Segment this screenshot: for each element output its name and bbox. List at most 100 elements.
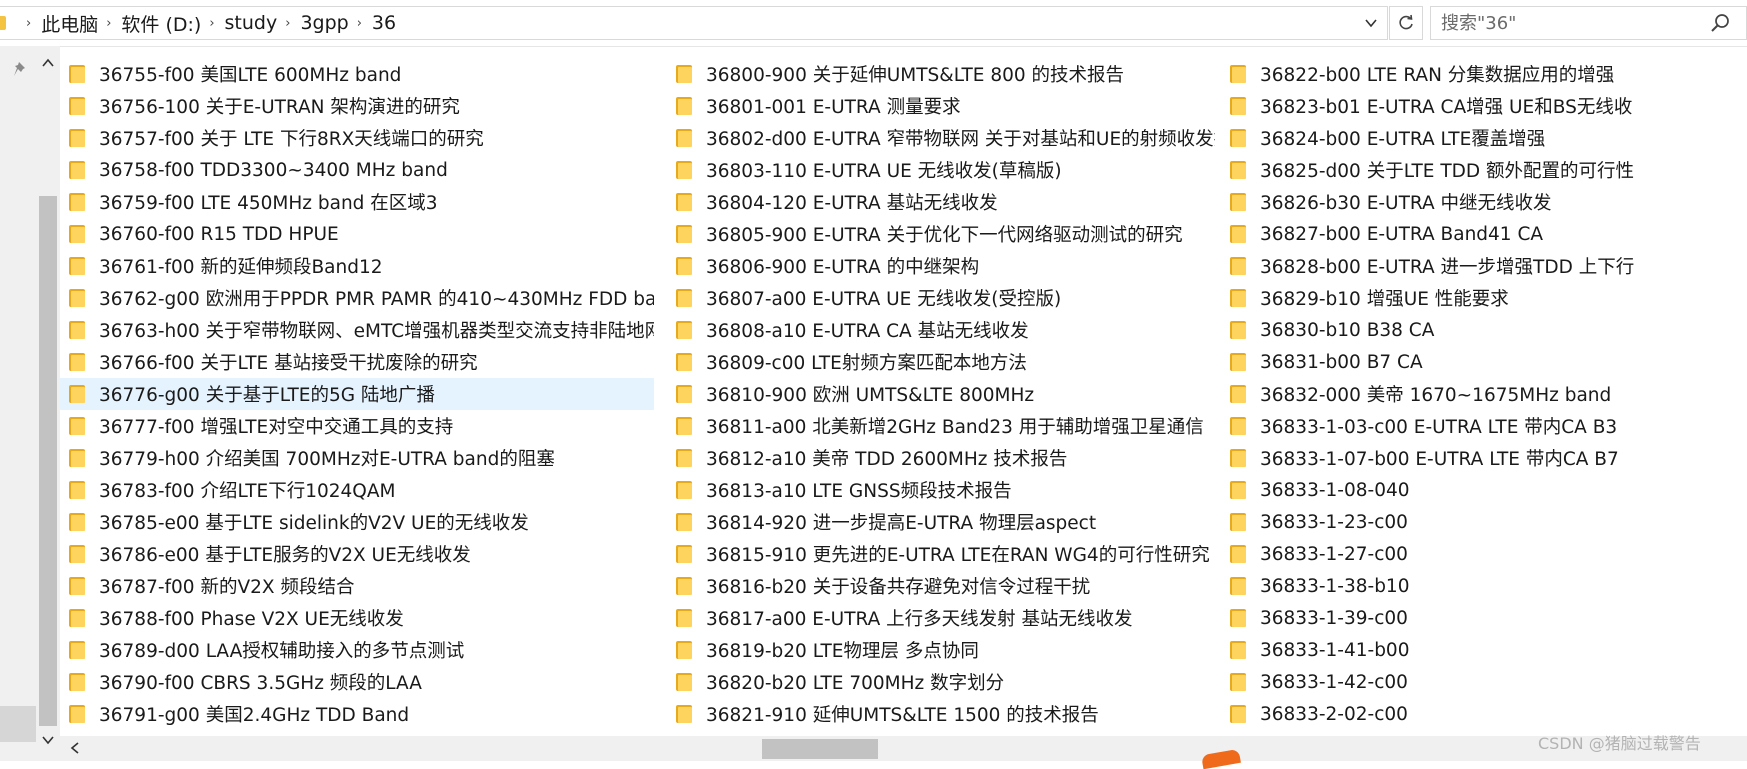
folder-name: 36760-f00 R15 TDD HPUE (99, 223, 339, 245)
folder-item[interactable]: 36821-910 延伸UMTS&LTE 1500 的技术报告 (667, 698, 1215, 730)
breadcrumb-36[interactable]: 36 (372, 12, 396, 34)
folder-item[interactable]: 36801-001 E-UTRA 测量要求 (667, 90, 1215, 122)
folder-item[interactable]: 36806-900 E-UTRA 的中继架构 (667, 250, 1215, 282)
folder-icon (676, 64, 692, 84)
chevron-down-icon[interactable] (1364, 16, 1378, 34)
folder-item[interactable]: 36759-f00 LTE 450MHz band 在区域3 (60, 186, 654, 218)
horizontal-scrollbar-thumb[interactable] (762, 739, 878, 759)
folder-item[interactable]: 36804-120 E-UTRA 基站无线收发 (667, 186, 1215, 218)
folder-item[interactable]: 36757-f00 关于 LTE 下行8RX天线端口的研究 (60, 122, 654, 154)
folder-item[interactable]: 36788-f00 Phase V2X UE无线收发 (60, 602, 654, 634)
folder-item[interactable]: 36830-b10 B38 CA (1221, 314, 1747, 346)
vertical-scrollbar[interactable] (36, 46, 60, 761)
breadcrumb-3gpp[interactable]: 3gpp (300, 12, 348, 34)
folder-item[interactable]: 36827-b00 E-UTRA Band41 CA (1221, 218, 1747, 250)
folder-item[interactable]: 36824-b00 E-UTRA LTE覆盖增强 (1221, 122, 1747, 154)
folder-item[interactable]: 36811-a00 北美新增2GHz Band23 用于辅助增强卫星通信 (667, 410, 1215, 442)
folder-name: 36804-120 E-UTRA 基站无线收发 (706, 193, 998, 214)
folder-item[interactable]: 36833-1-23-c00 (1221, 506, 1747, 538)
folder-item[interactable]: 36833-1-07-b00 E-UTRA LTE 带内CA B7 (1221, 442, 1747, 474)
scroll-up-icon[interactable] (41, 56, 55, 70)
folder-item-selected[interactable]: 36776-g00 关于基于LTE的5G 陆地广播 (60, 378, 654, 410)
folder-item[interactable]: 36815-910 更先进的E-UTRA LTE在RAN WG4的可行性研究 (667, 538, 1215, 570)
folder-item[interactable]: 36785-e00 基于LTE sidelink的V2V UE的无线收发 (60, 506, 654, 538)
folder-item[interactable]: 36783-f00 介绍LTE下行1024QAM (60, 474, 654, 506)
folder-name: 36800-900 关于延伸UMTS&LTE 800 的技术报告 (706, 65, 1125, 86)
folder-item[interactable]: 36833-1-03-c00 E-UTRA LTE 带内CA B3 (1221, 410, 1747, 442)
folder-item[interactable]: 36758-f00 TDD3300~3400 MHz band (60, 154, 654, 186)
folder-item[interactable]: 36832-000 美帝 1670~1675MHz band (1221, 378, 1747, 410)
breadcrumb-this-pc[interactable]: 此电脑 (41, 10, 98, 37)
folder-item[interactable]: 36833-1-08-040 (1221, 474, 1747, 506)
folder-item[interactable]: 36833-1-38-b10 (1221, 570, 1747, 602)
folder-item[interactable]: 36787-f00 新的V2X 频段结合 (60, 570, 654, 602)
folder-item[interactable]: 36760-f00 R15 TDD HPUE (60, 218, 654, 250)
folder-item[interactable]: 36800-900 关于延伸UMTS&LTE 800 的技术报告 (667, 58, 1215, 90)
refresh-button[interactable] (1389, 6, 1423, 40)
folder-name: 36812-a10 美帝 TDD 2600MHz 技术报告 (706, 449, 1068, 470)
folder-name: 36833-1-27-c00 (1260, 543, 1408, 565)
search-icon[interactable] (1709, 11, 1733, 35)
folder-item[interactable]: 36808-a10 E-UTRA CA 基站无线收发 (667, 314, 1215, 346)
chevron-right-icon[interactable]: › (285, 16, 290, 31)
folder-item[interactable]: 36766-f00 关于LTE 基站接受干扰废除的研究 (60, 346, 654, 378)
folder-item[interactable]: 36823-b01 E-UTRA CA增强 UE和BS无线收 (1221, 90, 1747, 122)
breadcrumb-drive-d[interactable]: 软件 (D:) (121, 10, 201, 37)
folder-item[interactable]: 36822-b00 LTE RAN 分集数据应用的增强 (1221, 58, 1747, 90)
folder-item[interactable]: 36833-1-42-c00 (1221, 666, 1747, 698)
folder-item[interactable]: 36813-a10 LTE GNSS频段技术报告 (667, 474, 1215, 506)
folder-item[interactable]: 36831-b00 B7 CA (1221, 346, 1747, 378)
folder-item[interactable]: 36790-f00 CBRS 3.5GHz 频段的LAA (60, 666, 654, 698)
folder-item[interactable]: 36810-900 欧洲 UMTS&LTE 800MHz (667, 378, 1215, 410)
folder-item[interactable]: 36833-2-02-c00 (1221, 698, 1747, 730)
folder-item[interactable]: 36802-d00 E-UTRA 窄带物联网 关于对基站和UE的射频收发技术报告 (667, 122, 1215, 154)
chevron-right-icon[interactable]: › (106, 16, 111, 31)
folder-icon (1230, 704, 1246, 724)
search-box[interactable] (1430, 6, 1747, 40)
horizontal-scrollbar[interactable] (60, 736, 1747, 761)
nav-selected-item[interactable] (0, 706, 36, 742)
folder-item[interactable]: 36825-d00 关于LTE TDD 额外配置的可行性 (1221, 154, 1747, 186)
chevron-right-icon[interactable]: › (26, 16, 31, 31)
folder-item[interactable]: 36779-h00 介绍美国 700MHz对E-UTRA band的阻塞 (60, 442, 654, 474)
folder-item[interactable]: 36789-d00 LAA授权辅助接入的多节点测试 (60, 634, 654, 666)
folder-item[interactable]: 36817-a00 E-UTRA 上行多天线发射 基站无线收发 (667, 602, 1215, 634)
folder-icon (1230, 192, 1246, 212)
folder-item[interactable]: 36828-b00 E-UTRA 进一步增强TDD 上下行 (1221, 250, 1747, 282)
folder-item[interactable]: 36807-a00 E-UTRA UE 无线收发(受控版) (667, 282, 1215, 314)
folder-icon (69, 160, 85, 180)
folder-item[interactable]: 36761-f00 新的延伸频段Band12 (60, 250, 654, 282)
scroll-left-icon[interactable] (68, 741, 82, 755)
folder-item[interactable]: 36803-110 E-UTRA UE 无线收发(草稿版) (667, 154, 1215, 186)
folder-item[interactable]: 36791-g00 美国2.4GHz TDD Band (60, 698, 654, 730)
folder-item[interactable]: 36816-b20 关于设备共存避免对信令过程干扰 (667, 570, 1215, 602)
pin-icon[interactable] (12, 60, 30, 78)
folder-item[interactable]: 36812-a10 美帝 TDD 2600MHz 技术报告 (667, 442, 1215, 474)
folder-item[interactable]: 36814-920 进一步提高E-UTRA 物理层aspect (667, 506, 1215, 538)
folder-icon (676, 512, 692, 532)
folder-item[interactable]: 36809-c00 LTE射频方案匹配本地方法 (667, 346, 1215, 378)
folder-item[interactable]: 36833-1-41-b00 (1221, 634, 1747, 666)
folder-item[interactable]: 36756-100 关于E-UTRAN 架构演进的研究 (60, 90, 654, 122)
folder-item[interactable]: 36786-e00 基于LTE服务的V2X UE无线收发 (60, 538, 654, 570)
folder-item[interactable]: 36833-1-39-c00 (1221, 602, 1747, 634)
folder-item[interactable]: 36826-b30 E-UTRA 中继无线收发 (1221, 186, 1747, 218)
chevron-right-icon[interactable]: › (209, 16, 214, 31)
folder-item[interactable]: 36762-g00 欧洲用于PPDR PMR PAMR 的410~430MHz … (60, 282, 654, 314)
folder-item[interactable]: 36820-b20 LTE 700MHz 数字划分 (667, 666, 1215, 698)
folder-item[interactable]: 36829-b10 增强UE 性能要求 (1221, 282, 1747, 314)
breadcrumb-study[interactable]: study (225, 12, 278, 34)
vertical-scrollbar-thumb[interactable] (39, 196, 57, 726)
folder-item[interactable]: 36833-1-27-c00 (1221, 538, 1747, 570)
scroll-down-icon[interactable] (41, 733, 55, 747)
folder-item[interactable]: 36755-f00 美国LTE 600MHz band (60, 58, 654, 90)
chevron-right-icon[interactable]: › (357, 16, 362, 31)
folder-item[interactable]: 36819-b20 LTE物理层 多点协同 (667, 634, 1215, 666)
folder-item[interactable]: 36777-f00 增强LTE对空中交通工具的支持 (60, 410, 654, 442)
folder-name: 36789-d00 LAA授权辅助接入的多节点测试 (99, 641, 465, 662)
breadcrumb[interactable]: › 此电脑 › 软件 (D:) › study › 3gpp › 36 (0, 6, 1388, 40)
folder-name: 36813-a10 LTE GNSS频段技术报告 (706, 481, 1012, 502)
folder-item[interactable]: 36805-900 E-UTRA 关于优化下一代网络驱动测试的研究 (667, 218, 1215, 250)
search-input[interactable] (1441, 11, 1701, 35)
folder-item[interactable]: 36763-h00 关于窄带物联网、eMTC增强机器类型交流支持非陆地网络的研究 (60, 314, 654, 346)
